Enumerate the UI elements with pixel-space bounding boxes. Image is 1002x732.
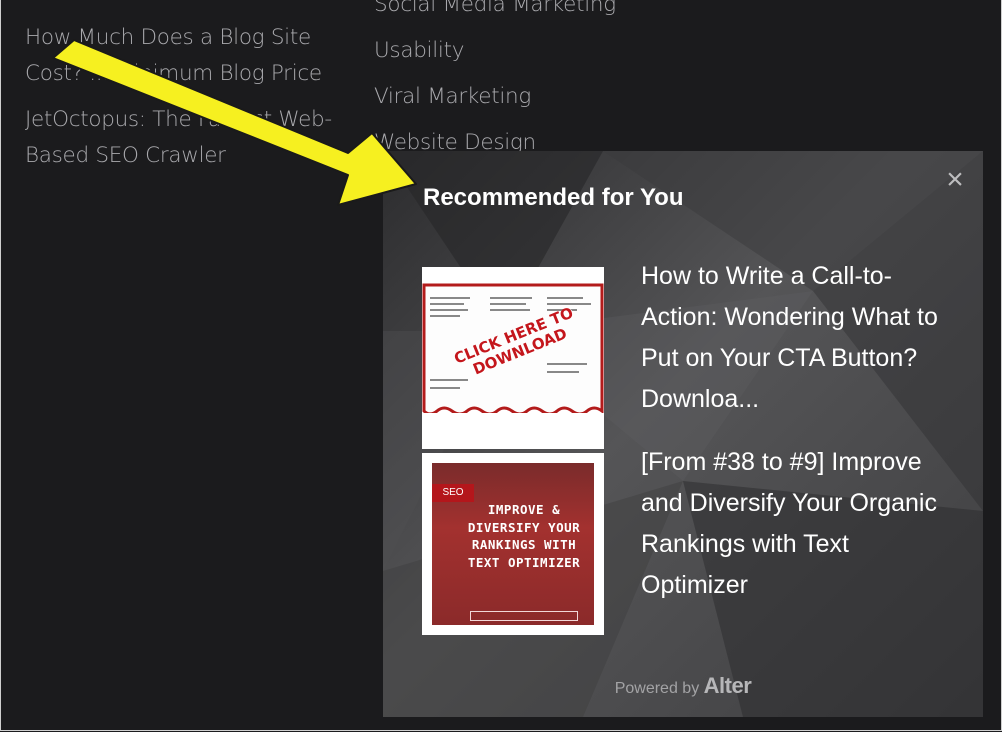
- sheet-line: [547, 297, 583, 299]
- recommendation-item[interactable]: SEO IMPROVE & DIVERSIFY YOUR RANKINGS WI…: [422, 448, 967, 635]
- recommendation-title[interactable]: How to Write a Call-to-Action: Wondering…: [641, 256, 961, 420]
- category-link-list: Social Media Marketing Usability Viral M…: [374, 0, 694, 166]
- category-viral-marketing[interactable]: Viral Marketing: [374, 74, 694, 120]
- link-jetoctopus[interactable]: JetOctopus: The Fastest Web-Based SEO Cr…: [25, 102, 345, 173]
- close-button[interactable]: ×: [943, 165, 967, 195]
- sheet-line: [430, 303, 464, 305]
- sheet-line: [490, 303, 526, 305]
- poster-headline: IMPROVE & DIVERSIFY YOUR RANKINGS WITH T…: [467, 502, 581, 570]
- sheet-line: [430, 297, 470, 299]
- seo-tag: SEO: [432, 484, 474, 502]
- popup-title: Recommended for You: [423, 184, 684, 211]
- powered-by-footer[interactable]: Powered by Alter: [383, 673, 983, 699]
- page-frame: How Much Does a Blog Site Cost? ... Mini…: [0, 0, 1002, 731]
- sheet-line: [490, 309, 530, 311]
- left-link-list: How Much Does a Blog Site Cost? ... Mini…: [25, 20, 345, 184]
- category-social-media-marketing[interactable]: Social Media Marketing: [374, 0, 694, 28]
- sheet-line: [547, 371, 579, 373]
- poster-url-bar: [470, 611, 578, 621]
- poster-image: SEO IMPROVE & DIVERSIFY YOUR RANKINGS WI…: [432, 463, 594, 625]
- sheet-line: [490, 297, 532, 299]
- text-optimizer-thumbnail[interactable]: SEO IMPROVE & DIVERSIFY YOUR RANKINGS WI…: [422, 453, 604, 635]
- recommendation-title[interactable]: [From #38 to #9] Improve and Diversify Y…: [641, 442, 961, 606]
- alter-logo[interactable]: Alter: [704, 673, 752, 698]
- powered-by-label: Powered by: [614, 680, 700, 697]
- cta-cheatsheet-thumbnail[interactable]: CLICK HERE TO DOWNLOAD: [422, 267, 604, 449]
- sheet-line: [547, 363, 587, 365]
- recommendation-item[interactable]: CLICK HERE TO DOWNLOAD How to Write a Ca…: [422, 262, 967, 449]
- link-blog-site-cost[interactable]: How Much Does a Blog Site Cost? ... Mini…: [25, 20, 345, 91]
- sheet-line: [430, 309, 468, 311]
- sheet-line: [430, 315, 460, 317]
- category-usability[interactable]: Usability: [374, 28, 694, 74]
- recommendation-popup: Recommended for You × CLICK HERE TO DOWN…: [383, 151, 983, 717]
- cheatsheet-image: CLICK HERE TO DOWNLOAD: [422, 283, 604, 413]
